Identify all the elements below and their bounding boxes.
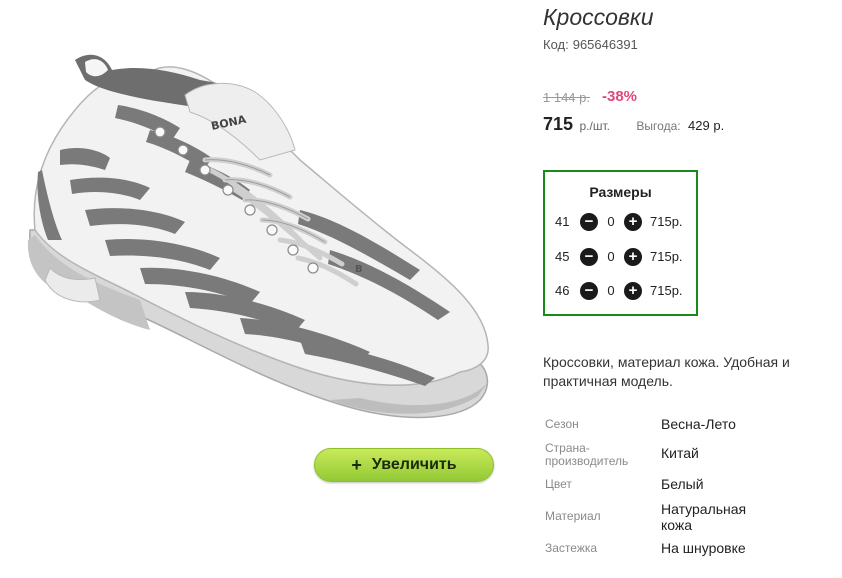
- size-label: 46: [555, 283, 570, 298]
- size-price: 715р.: [650, 249, 683, 264]
- minus-icon[interactable]: −: [580, 282, 598, 300]
- minus-icon[interactable]: −: [580, 248, 598, 266]
- property-key: Страна-производитель: [545, 441, 629, 468]
- product-description: Кроссовки, материал кожа. Удобная и прак…: [543, 354, 790, 389]
- heel-logo: B: [355, 264, 363, 275]
- benefit-label: Выгода:: [636, 119, 681, 133]
- property-key: Застежка: [545, 541, 598, 555]
- size-row: 41 − 0 + 715р.: [545, 212, 696, 232]
- property-key: Материал: [545, 509, 601, 523]
- price-unit: р./шт.: [579, 119, 610, 133]
- plus-icon[interactable]: +: [624, 213, 642, 231]
- size-row: 46 − 0 + 715р.: [545, 281, 696, 301]
- quantity-value: 0: [607, 214, 615, 229]
- property-key: Цвет: [545, 477, 572, 491]
- property-key: Сезон: [545, 417, 579, 431]
- size-price: 715р.: [650, 283, 683, 298]
- property-value: Натуральная кожа: [661, 501, 747, 533]
- property-value: Весна-Лето: [661, 416, 736, 432]
- plus-icon[interactable]: +: [624, 248, 642, 266]
- discount-badge: -38%: [602, 88, 638, 105]
- zoom-label: Увеличить: [371, 456, 457, 473]
- old-price: 1 144 р.: [543, 90, 590, 105]
- code-value: 965646391: [572, 37, 638, 52]
- size-price: 715р.: [650, 214, 683, 229]
- size-row: 45 − 0 + 715р.: [545, 247, 696, 267]
- price-value: 715: [543, 114, 574, 134]
- size-label: 41: [555, 214, 570, 229]
- plus-icon[interactable]: +: [624, 282, 642, 300]
- size-label: 45: [555, 249, 570, 264]
- quantity-value: 0: [607, 283, 615, 298]
- benefit-value: 429 р.: [688, 118, 725, 133]
- minus-icon[interactable]: −: [580, 213, 598, 231]
- product-image[interactable]: BONA B: [0, 0, 520, 500]
- quantity-value: 0: [607, 249, 615, 264]
- price-row: 715 р./шт. Выгода: 429 р.: [543, 114, 724, 135]
- product-title: Кроссовки: [543, 4, 654, 30]
- sneaker-image: BONA B: [27, 54, 490, 419]
- property-value: На шнуровке: [661, 540, 746, 556]
- plus-icon: +: [351, 454, 362, 475]
- sizes-panel: Размеры 41 − 0 + 715р. 45 − 0 + 715р. 46…: [543, 170, 698, 316]
- product-code: Код: 965646391: [543, 37, 638, 52]
- property-value: Китай: [661, 445, 699, 461]
- zoom-button[interactable]: + Увеличить: [314, 448, 494, 482]
- sizes-title: Размеры: [589, 184, 652, 200]
- code-label: Код:: [543, 37, 569, 52]
- property-value: Белый: [661, 476, 704, 492]
